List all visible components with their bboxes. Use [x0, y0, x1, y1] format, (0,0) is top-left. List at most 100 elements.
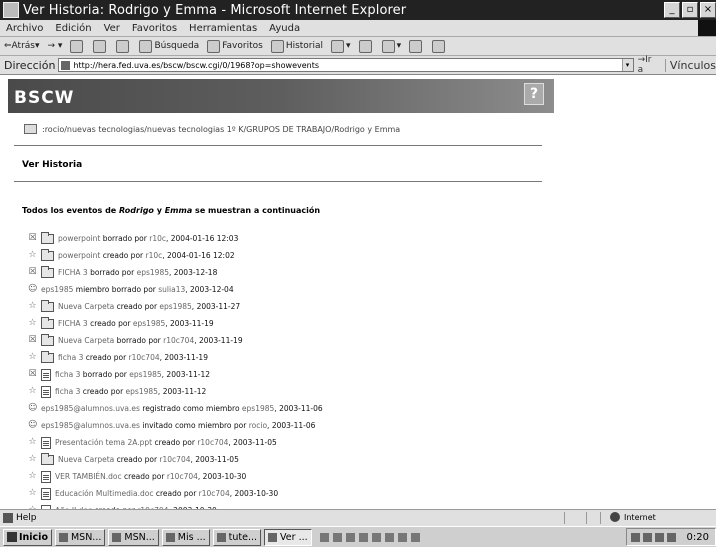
go-button[interactable]: →Ir a [638, 55, 659, 75]
menu-ayuda[interactable]: Ayuda [263, 23, 306, 34]
tray-icon[interactable] [630, 532, 640, 542]
history-button[interactable]: Historial [267, 39, 327, 53]
event-object-link[interactable]: Nueva Carpeta [58, 302, 114, 311]
event-user-link[interactable]: rocio [249, 421, 267, 430]
event-row: ☒ FICHA 3 borrado por eps1985, 2003-12-18 [28, 264, 323, 281]
ie-app-icon [3, 2, 19, 18]
event-text: powerpoint creado por r10c, 2004-01-16 1… [58, 251, 235, 260]
event-object-link[interactable]: Presentación tema 2A.ppt [55, 438, 152, 447]
taskbar-button-msn-1[interactable]: MSN... [54, 528, 106, 546]
event-user-link[interactable]: r10c704 [159, 455, 190, 464]
event-user-link[interactable]: r10c [146, 251, 163, 260]
event-user-link[interactable]: r10c [149, 234, 166, 243]
quick-launch-icon[interactable] [371, 532, 381, 542]
event-action: creado por [152, 438, 198, 447]
forward-button[interactable]: → ▾ [44, 41, 67, 51]
bscw-logo[interactable]: BSCW [14, 88, 74, 108]
search-button[interactable]: Búsqueda [135, 39, 203, 53]
menu-herramientas[interactable]: Herramientas [183, 23, 263, 34]
event-object-link[interactable]: ficha 3 [55, 387, 80, 396]
quick-launch-icon[interactable] [319, 532, 329, 542]
event-user-link[interactable]: r10c704 [199, 489, 230, 498]
event-row: ☒ Nueva Carpeta borrado por r10c704, 2003… [28, 332, 323, 349]
messenger-button[interactable] [428, 39, 451, 53]
event-text: ficha 3 creado por r10c704, 2003-11-19 [58, 353, 208, 362]
tray-icon[interactable] [666, 532, 676, 542]
quick-launch-icon[interactable] [358, 532, 368, 542]
event-object-link[interactable]: ficha 3 [58, 353, 83, 362]
event-action: creado por [83, 353, 129, 362]
event-object-link[interactable]: eps1985@alumnos.uva.es [41, 421, 140, 430]
event-object-link[interactable]: ficha 3 [55, 370, 80, 379]
new-event-icon: ☆ [28, 250, 37, 260]
close-button[interactable]: × [700, 2, 716, 18]
event-object-link[interactable]: Nueva Carpeta [58, 455, 114, 464]
event-user-link[interactable]: sulia13 [158, 285, 185, 294]
event-row: ☒ ficha 3 borrado por eps1985, 2003-11-12 [28, 366, 323, 383]
event-user-link[interactable]: eps1985 [126, 387, 158, 396]
divider [14, 181, 542, 182]
event-user-link[interactable]: r10c704 [167, 472, 198, 481]
event-object-link[interactable]: powerpoint [58, 234, 100, 243]
event-object-link[interactable]: eps1985 [41, 285, 73, 294]
event-object-link[interactable]: eps1985@alumnos.uva.es [41, 404, 140, 413]
quick-launch-icon[interactable] [332, 532, 342, 542]
event-object-link[interactable]: FICHA 3 [58, 268, 88, 277]
home-button[interactable] [112, 39, 135, 53]
new-event-icon: ☆ [28, 488, 37, 498]
maximize-button[interactable]: ▫ [682, 2, 698, 18]
event-object-link[interactable]: FICHA 3 [58, 319, 88, 328]
start-button[interactable]: Inicio [3, 528, 52, 546]
refresh-button[interactable] [89, 39, 112, 53]
discuss-button[interactable] [405, 39, 428, 53]
event-user-link[interactable]: eps1985 [137, 268, 169, 277]
tray-icon[interactable] [654, 532, 664, 542]
breadcrumb-path[interactable]: :rocio/nuevas tecnologias/nuevas tecnolo… [42, 125, 400, 134]
event-user-link[interactable]: eps1985 [159, 302, 191, 311]
edit-icon [381, 39, 395, 53]
event-action: creado por [100, 251, 146, 260]
quick-launch-icon[interactable] [384, 532, 394, 542]
taskbar-button-ver[interactable]: Ver ... [264, 528, 312, 546]
address-url: http://hera.fed.uva.es/bscw/bscw.cgi/0/1… [73, 60, 320, 70]
event-text: FICHA 3 creado por eps1985, 2003-11-19 [58, 319, 214, 328]
quick-launch-icon[interactable] [345, 532, 355, 542]
document-icon [41, 385, 51, 398]
favorites-button[interactable]: Favoritos [203, 39, 267, 53]
tray-icon[interactable] [642, 532, 652, 542]
taskbar-button-mis[interactable]: Mis ... [161, 528, 210, 546]
address-input[interactable]: http://hera.fed.uva.es/bscw/bscw.cgi/0/1… [58, 58, 634, 72]
menu-favoritos[interactable]: Favoritos [126, 23, 183, 34]
menu-ver[interactable]: Ver [98, 23, 126, 34]
event-date: , 2003-11-12 [161, 370, 211, 379]
event-object-link[interactable]: powerpoint [58, 251, 100, 260]
menu-archivo[interactable]: Archivo [0, 23, 49, 34]
event-user-link[interactable]: eps1985 [133, 319, 165, 328]
edit-button[interactable]: ▾ [378, 39, 406, 53]
mail-button[interactable]: ▾ [327, 39, 355, 53]
new-event-icon: ☆ [28, 471, 37, 481]
event-date: , 2003-11-12 [157, 387, 207, 396]
stop-button[interactable] [66, 39, 89, 53]
help-button[interactable]: ? [524, 83, 544, 105]
address-dropdown-button[interactable]: ▾ [621, 59, 633, 71]
event-date: , 2003-12-18 [169, 268, 218, 277]
event-user-link[interactable]: r10c704 [129, 353, 160, 362]
event-user-link[interactable]: eps1985 [242, 404, 274, 413]
event-user-link[interactable]: r10c704 [163, 336, 194, 345]
print-button[interactable] [355, 39, 378, 53]
event-user-link[interactable]: eps1985 [129, 370, 161, 379]
minimize-button[interactable]: _ [664, 2, 680, 18]
taskbar-button-tute[interactable]: tute... [212, 528, 262, 546]
links-button[interactable]: Vínculos [664, 58, 716, 72]
event-object-link[interactable]: Educación Multimedia.doc [55, 489, 153, 498]
event-action: creado por [87, 319, 133, 328]
event-object-link[interactable]: Nueva Carpeta [58, 336, 114, 345]
quick-launch-icon[interactable] [410, 532, 420, 542]
event-user-link[interactable]: r10c704 [197, 438, 228, 447]
back-button[interactable]: ⇐Atrás ▾ [0, 41, 44, 51]
event-object-link[interactable]: VER TAMBIÉN.doc [55, 472, 122, 481]
menu-edicion[interactable]: Edición [49, 23, 97, 34]
taskbar-button-msn-2[interactable]: MSN... [108, 528, 159, 546]
quick-launch-icon[interactable] [397, 532, 407, 542]
